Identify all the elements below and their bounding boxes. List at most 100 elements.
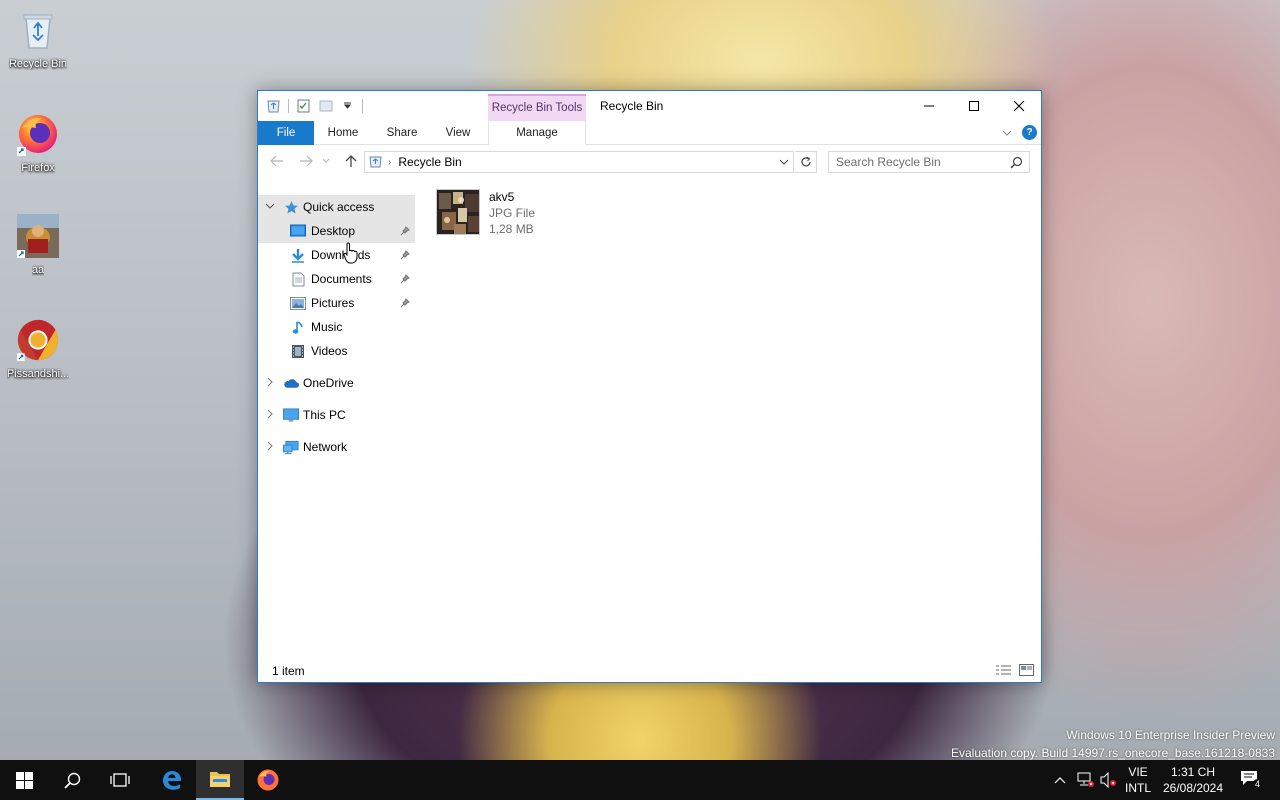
search-icon[interactable] [1010, 156, 1023, 172]
nav-item-videos[interactable]: Videos [258, 339, 415, 363]
collapsed-chevron-icon[interactable] [264, 408, 276, 420]
large-icons-view-icon[interactable] [1018, 663, 1035, 676]
help-icon[interactable]: ? [1022, 125, 1037, 140]
desktop-icon-aa[interactable]: aa [2, 214, 74, 276]
nav-item-music[interactable]: Music [258, 315, 415, 339]
film-strip-icon [290, 343, 306, 359]
nav-item-label: Network [303, 440, 348, 454]
nav-item-downloads[interactable]: Downloads [258, 243, 415, 267]
breadcrumb[interactable]: Recycle Bin [398, 155, 461, 169]
nav-item-label: Videos [311, 344, 348, 358]
desktop-icon-label: aa [31, 264, 45, 276]
expand-ribbon-chevron-icon[interactable] [1002, 126, 1012, 140]
star-icon [283, 199, 299, 215]
pictures-icon [290, 295, 306, 311]
file-item[interactable]: akv5 JPG File 1,28 MB [436, 189, 535, 237]
search-icon [63, 772, 80, 789]
recycle-bin-small-icon[interactable] [266, 98, 281, 113]
customize-toolbar-chevron-icon[interactable] [340, 98, 355, 113]
window-title: Recycle Bin [600, 99, 664, 113]
collapsed-chevron-icon[interactable] [264, 440, 276, 452]
properties-icon[interactable] [296, 98, 311, 113]
tab-view[interactable]: View [438, 121, 478, 145]
recycle-bin-tools-tab-group: Recycle Bin Tools [488, 94, 586, 121]
address-bar[interactable]: › Recycle Bin [364, 151, 794, 173]
chrome-icon [16, 318, 60, 362]
file-explorer-window: Recycle Bin Tools Recycle Bin File Home … [257, 90, 1042, 683]
view-switcher [995, 663, 1035, 676]
collapsed-chevron-icon[interactable] [264, 376, 276, 388]
image-file-icon [16, 214, 60, 258]
nav-item-network[interactable]: Network [258, 435, 415, 459]
edge-icon [163, 771, 181, 790]
task-view-icon [110, 773, 130, 787]
close-button[interactable] [996, 91, 1041, 120]
search-input[interactable] [836, 155, 1006, 169]
tab-home[interactable]: Home [320, 121, 366, 145]
nav-item-this-pc[interactable]: This PC [258, 403, 415, 427]
pin-icon[interactable] [400, 273, 410, 287]
expanded-chevron-icon[interactable] [264, 200, 276, 212]
folder-icon [210, 772, 230, 787]
ribbon-controls: ? [1002, 125, 1037, 140]
desktop-icon-firefox[interactable]: Firefox [2, 112, 74, 174]
address-dropdown-chevron-icon[interactable] [779, 156, 789, 170]
mouse-cursor-hand-icon [343, 242, 359, 267]
tab-manage[interactable]: Manage [488, 121, 586, 145]
clock-date: 26/08/2024 [1162, 781, 1224, 795]
pin-icon[interactable] [400, 225, 410, 239]
recent-locations-chevron-icon[interactable] [320, 152, 332, 170]
pin-icon[interactable] [400, 249, 410, 263]
nav-item-documents[interactable]: Documents [258, 267, 415, 291]
action-center-button[interactable]: 4 [1234, 760, 1268, 800]
clock[interactable]: 1:31 CH 26/08/2024 [1158, 760, 1228, 800]
quick-access-toolbar [266, 98, 363, 113]
firefox-icon [16, 112, 60, 156]
nav-item-desktop[interactable]: Desktop [258, 219, 415, 243]
status-item-count: 1 item [272, 664, 305, 678]
nav-item-label: Documents [311, 272, 372, 286]
nav-item-label: This PC [303, 408, 346, 422]
navigation-bar: › Recycle Bin [258, 149, 1041, 175]
refresh-button[interactable] [795, 151, 817, 173]
nav-item-onedrive[interactable]: OneDrive [258, 371, 415, 395]
desktop-folder-icon [290, 223, 306, 239]
input-language-indicator[interactable]: VIE INTL [1122, 760, 1154, 800]
desktop-icon-chrome[interactable]: Pissandshi... [2, 318, 74, 380]
show-hidden-icons-chevron-icon[interactable] [1050, 760, 1070, 800]
separator [362, 98, 363, 113]
new-folder-icon[interactable] [318, 98, 333, 113]
ribbon-tabs: File Home Share View Manage [258, 121, 1041, 145]
task-view-button[interactable] [96, 760, 144, 800]
volume-muted-icon[interactable] [1098, 760, 1120, 800]
network-status-icon[interactable] [1074, 760, 1096, 800]
cloud-icon [283, 375, 299, 391]
desktop-icon-label: Firefox [21, 162, 55, 174]
pin-icon[interactable] [400, 297, 410, 311]
search-box[interactable] [828, 151, 1030, 173]
firefox-taskbar-button[interactable] [244, 760, 292, 800]
desktop-icon-label: Pissandshi... [6, 368, 70, 380]
file-type: JPG File [489, 206, 536, 220]
maximize-button[interactable] [951, 91, 996, 120]
tab-share[interactable]: Share [380, 121, 424, 145]
search-taskbar-button[interactable] [48, 760, 96, 800]
back-arrow-icon[interactable] [268, 152, 286, 170]
file-explorer-taskbar-button[interactable] [196, 760, 244, 800]
file-list: akv5 JPG File 1,28 MB [436, 189, 535, 237]
nav-item-pictures[interactable]: Pictures [258, 291, 415, 315]
details-view-icon[interactable] [995, 663, 1012, 676]
tab-file[interactable]: File [258, 121, 314, 145]
forward-arrow-icon[interactable] [297, 152, 315, 170]
windows-watermark: Windows 10 Enterprise Insider Preview Ev… [951, 726, 1275, 762]
edge-taskbar-button[interactable] [148, 760, 196, 800]
up-arrow-icon[interactable] [342, 152, 360, 170]
image-thumbnail [436, 189, 480, 235]
breadcrumb-separator-icon[interactable]: › [388, 157, 391, 168]
network-icon [283, 439, 299, 455]
start-button[interactable] [0, 760, 48, 800]
minimize-button[interactable] [906, 91, 951, 120]
desktop-icon-recycle-bin[interactable]: Recycle Bin [2, 8, 74, 70]
nav-item-quick-access[interactable]: Quick access [258, 195, 415, 219]
file-size: 1,28 MB [489, 222, 534, 236]
